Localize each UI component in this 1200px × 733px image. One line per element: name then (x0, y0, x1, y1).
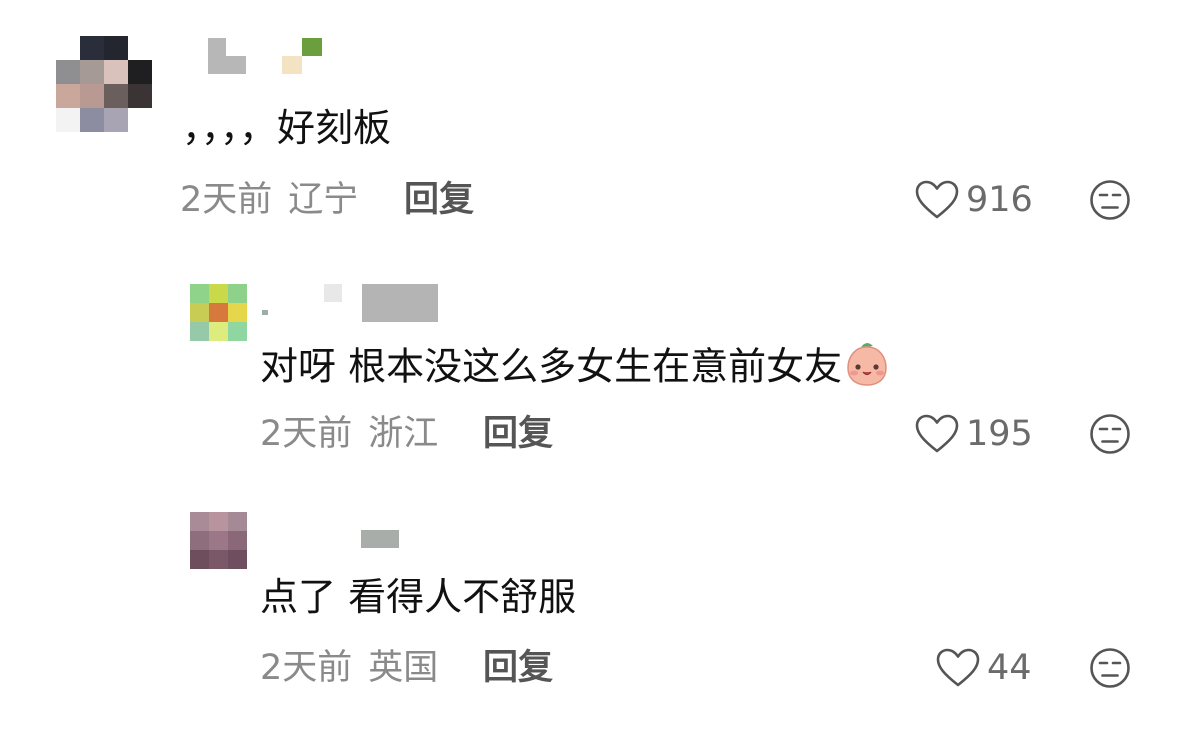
reply-button[interactable]: 回复 (483, 413, 553, 455)
avatar[interactable] (190, 512, 247, 569)
comment-location: 浙江 (368, 414, 439, 454)
comment-text: ，，，，好刻板 (182, 106, 392, 150)
comment-location: 英国 (368, 648, 439, 688)
avatar[interactable] (56, 36, 152, 132)
heart-outline-icon (914, 413, 960, 455)
like-button[interactable]: 44 (935, 647, 1032, 689)
like-button[interactable]: 195 (914, 413, 1033, 455)
reply-comment: 对呀 根本没这么多女生在意前女友 2天前 浙江 回复 195 (0, 270, 1200, 470)
reply-button[interactable]: 回复 (483, 647, 553, 689)
like-count: 195 (966, 414, 1033, 454)
dislike-button[interactable] (1089, 647, 1131, 689)
like-button[interactable]: 916 (914, 179, 1033, 221)
comment: ，，，，好刻板 2天前 辽宁 回复 916 (0, 0, 1200, 240)
reply-comment: 点了 看得人不舒服 2天前 英国 回复 44 (0, 500, 1200, 733)
heart-outline-icon (935, 647, 981, 689)
smiling-peach-emoji (844, 340, 890, 398)
comment-time: 2天前 (260, 414, 353, 454)
comment-text-content: 对呀 根本没这么多女生在意前女友 (260, 344, 843, 389)
comment-meta: 2天前 辽宁 (180, 179, 358, 221)
comment-text: 点了 看得人不舒服 (260, 575, 577, 619)
username-redacted[interactable] (361, 530, 399, 548)
username-redacted[interactable] (262, 284, 438, 322)
comment-meta: 2天前 浙江 (260, 413, 438, 455)
username-redacted[interactable] (208, 38, 322, 74)
comment-time: 2天前 (260, 648, 353, 688)
like-count: 916 (966, 180, 1033, 220)
comment-meta: 2天前 英国 (260, 647, 438, 689)
avatar[interactable] (190, 284, 247, 341)
comment-location: 辽宁 (288, 180, 359, 220)
unamused-face-icon (1089, 647, 1131, 689)
unamused-face-icon (1089, 179, 1131, 221)
reply-button[interactable]: 回复 (404, 179, 474, 221)
comment-time: 2天前 (180, 180, 273, 220)
unamused-face-icon (1089, 413, 1131, 455)
comment-text: 对呀 根本没这么多女生在意前女友 (260, 340, 890, 398)
heart-outline-icon (914, 179, 960, 221)
like-count: 44 (987, 648, 1032, 688)
dislike-button[interactable] (1089, 413, 1131, 455)
dislike-button[interactable] (1089, 179, 1131, 221)
